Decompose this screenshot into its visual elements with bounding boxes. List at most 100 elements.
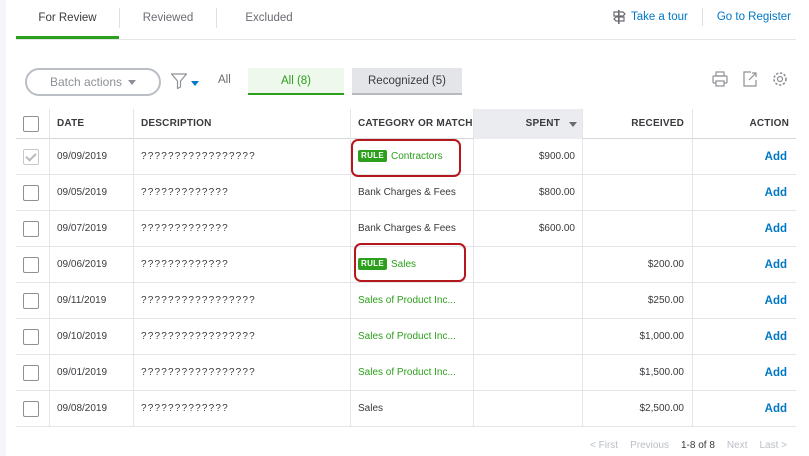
add-link[interactable]: Add (765, 223, 787, 235)
row-category[interactable]: Bank Charges & Fees (358, 175, 470, 211)
row-action: Add (692, 175, 787, 211)
column-divider (582, 109, 583, 427)
add-link[interactable]: Add (765, 151, 787, 163)
row-received (582, 175, 684, 211)
row-spent (473, 391, 575, 427)
caret-down-icon (191, 81, 199, 86)
row-description: ????????????????? (141, 367, 256, 378)
row-checkbox[interactable] (23, 293, 39, 309)
gear-icon[interactable] (771, 70, 789, 91)
row-spent (473, 355, 575, 391)
row-checkbox[interactable] (23, 257, 39, 273)
row-checkbox[interactable] (23, 221, 39, 237)
add-link[interactable]: Add (765, 259, 787, 271)
sort-caret-icon (569, 122, 577, 127)
row-action: Add (692, 391, 787, 427)
filter-funnel-icon (170, 72, 188, 93)
row-description: ????????????? (141, 223, 229, 234)
column-header-received[interactable]: RECEIVED (582, 109, 684, 139)
column-header-spent[interactable]: SPENT (473, 109, 582, 139)
tab-divider (119, 8, 120, 28)
column-divider (49, 109, 50, 427)
row-description: ????????????? (141, 259, 229, 270)
column-divider (133, 109, 134, 427)
row-action: Add (692, 211, 787, 247)
column-header-action: ACTION (749, 118, 789, 129)
row-spent (473, 319, 575, 355)
batch-actions-label: Batch actions (49, 75, 123, 89)
select-all-checkbox[interactable] (23, 116, 39, 132)
export-icon[interactable] (741, 70, 759, 91)
pager-previous[interactable]: Previous (630, 440, 669, 451)
print-icon[interactable] (711, 70, 729, 91)
pagination: < First Previous 1-8 of 8 Next Last > (590, 440, 787, 451)
row-checkbox[interactable] (23, 365, 39, 381)
column-header-description[interactable]: DESCRIPTION (141, 109, 212, 139)
row-category[interactable]: Sales of Product Inc... (358, 283, 470, 319)
row-received: $200.00 (647, 259, 684, 270)
top-links: Take a tour Go to Register (611, 8, 791, 26)
add-link[interactable]: Add (765, 187, 787, 199)
row-checkbox[interactable] (23, 149, 39, 165)
row-spent (473, 247, 575, 283)
row-spent (473, 283, 575, 319)
signpost-icon (611, 9, 627, 25)
row-date: 09/05/2019 (57, 187, 108, 198)
highlight-rule-contractors (351, 139, 461, 177)
column-divider (692, 109, 693, 427)
tab-excluded[interactable]: Excluded (226, 10, 312, 39)
row-action: Add (692, 247, 787, 283)
row-category[interactable]: Sales (358, 391, 470, 427)
row-action: Add (692, 283, 787, 319)
row-action: Add (692, 355, 787, 391)
take-a-tour-link[interactable]: Take a tour (631, 11, 688, 23)
add-link[interactable]: Add (765, 403, 787, 415)
row-category[interactable]: Bank Charges & Fees (358, 211, 470, 247)
go-to-register-link[interactable]: Go to Register (717, 11, 791, 23)
add-link[interactable]: Add (765, 367, 787, 379)
segment-recognized[interactable]: Recognized (5) (352, 68, 462, 95)
row-received (582, 139, 684, 175)
add-link[interactable]: Add (765, 331, 787, 343)
row-received: $1,000.00 (639, 331, 685, 342)
row-action: Add (692, 319, 787, 355)
batch-actions-button[interactable]: Batch actions (25, 68, 161, 96)
left-edge-strip (0, 0, 6, 456)
pager-range: 1-8 of 8 (680, 440, 715, 451)
caret-down-icon (128, 79, 137, 85)
column-header-date[interactable]: DATE (57, 109, 84, 139)
row-date: 09/01/2019 (57, 367, 108, 378)
row-spent: $800.00 (538, 187, 575, 198)
column-divider (473, 109, 474, 427)
row-checkbox[interactable] (23, 329, 39, 345)
row-description: ????????????? (141, 403, 229, 414)
row-spent: $600.00 (538, 223, 575, 234)
segment-all[interactable]: All (8) (248, 68, 344, 95)
row-category-label: Sales of Product Inc... (358, 295, 456, 306)
column-header-category[interactable]: CATEGORY OR MATCH (358, 109, 473, 139)
row-date: 09/11/2019 (57, 295, 107, 306)
add-link[interactable]: Add (765, 295, 787, 307)
row-category-label: Bank Charges & Fees (358, 223, 456, 234)
row-received: $2,500.00 (639, 403, 685, 414)
row-category-label: Sales of Product Inc... (358, 367, 456, 378)
row-checkbox[interactable] (23, 401, 39, 417)
pager-next[interactable]: Next (727, 440, 748, 451)
pager-last[interactable]: Last > (759, 440, 787, 451)
row-date: 09/06/2019 (57, 259, 108, 270)
filter-button[interactable] (170, 72, 199, 93)
table-tools (711, 70, 789, 91)
row-category[interactable]: Sales of Product Inc... (358, 355, 470, 391)
row-checkbox[interactable] (23, 185, 39, 201)
row-description: ????????????????? (141, 331, 256, 342)
row-category[interactable]: Sales of Product Inc... (358, 319, 470, 355)
pager-first[interactable]: < First (590, 440, 618, 451)
row-category-label: Sales (358, 403, 384, 414)
highlight-rule-sales (354, 243, 466, 282)
tab-for-review[interactable]: For Review (16, 10, 119, 39)
spent-header-label: SPENT (525, 118, 560, 129)
tab-reviewed[interactable]: Reviewed (126, 10, 210, 39)
tab-divider (216, 8, 217, 28)
row-description: ????????????????? (141, 151, 256, 162)
row-received: $1,500.00 (639, 367, 685, 378)
